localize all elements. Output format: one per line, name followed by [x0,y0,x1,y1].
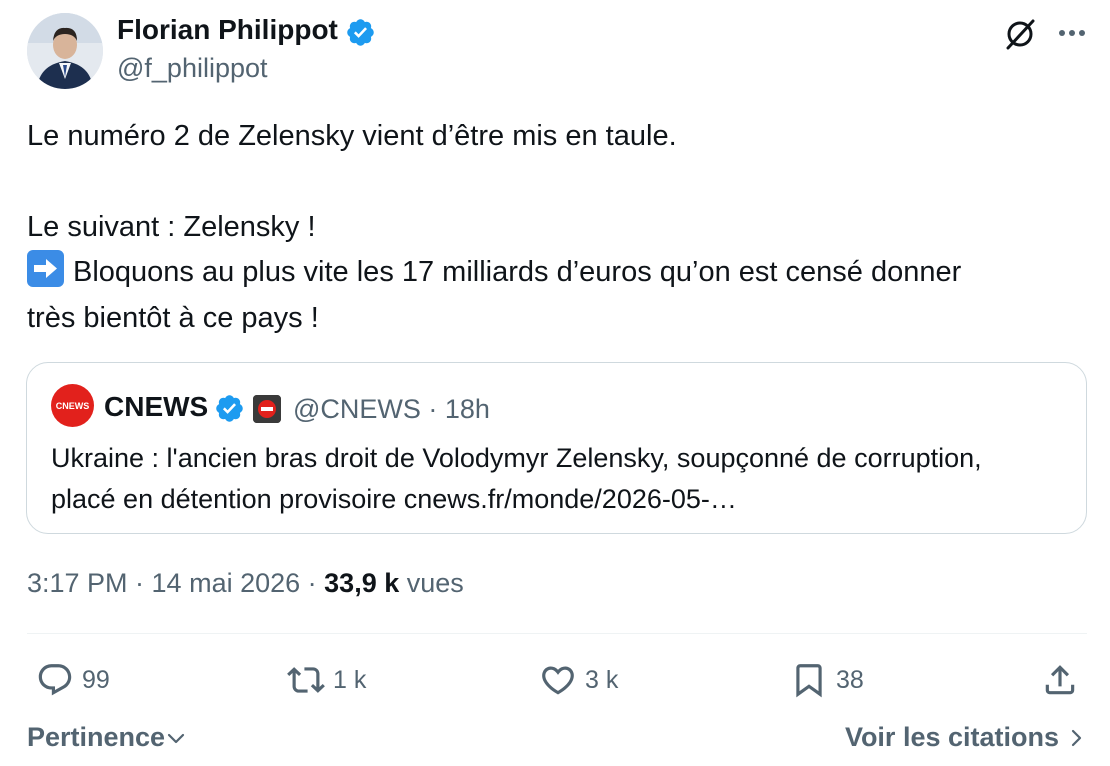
quoted-avatar-text: CNEWS [56,401,90,411]
chevron-right-icon [1071,729,1082,746]
share-button[interactable] [1041,660,1087,700]
tweet-text-line3-content: Bloquons au plus vite les 17 milliards d… [73,256,962,288]
tweet-text-line2: Le suivant : Zelensky ! [27,211,316,243]
tweet-meta: 3:17 PM · 14 mai 2026 · 33,9 k vues [27,568,464,599]
arrow-right-emoji [27,250,64,287]
bookmark-icon [796,664,822,698]
sort-dropdown[interactable]: Pertinence [27,722,187,753]
quoted-display-name[interactable]: CNEWS [104,391,208,423]
bookmark-button[interactable]: 38 [790,660,864,700]
grok-icon[interactable] [1002,16,1038,52]
quoted-meta: @CNEWS · 18h [293,394,490,424]
tweet-timestamp[interactable]: 3:17 PM · 14 mai 2026 · [27,568,324,598]
reply-button[interactable]: 99 [36,660,110,700]
author-avatar-image [27,13,103,89]
sort-label: Pertinence [27,722,166,752]
like-count: 3 k [585,665,619,694]
share-icon [1045,665,1075,695]
views-count: 33,9 k [324,568,400,598]
affiliation-badge-icon [253,395,281,423]
quoted-text-line1: Ukraine : l'ancien bras droit de Volodym… [51,443,982,473]
quoted-text-line2: placé en détention provisoire cnews.fr/m… [51,484,737,514]
views-label: vues [406,568,464,598]
tweet-text-line3: Bloquons au plus vite les 17 milliards d… [27,249,961,295]
reply-count: 99 [82,665,110,694]
repost-icon [287,667,325,693]
tweet-text-line4: très bientôt à ce pays ! [27,302,319,334]
quoted-tweet-card[interactable]: CNEWS CNEWS @CNEWS · 18h Ukraine : l'anc… [26,362,1087,534]
author-display-name[interactable]: Florian Philippot [117,14,338,46]
bookmark-count: 38 [836,665,864,694]
chevron-down-icon [167,733,185,743]
like-button[interactable]: 3 k [539,660,618,700]
quoted-avatar[interactable]: CNEWS [51,384,94,427]
view-quotes-label: Voir les citations [844,722,1059,752]
repost-button[interactable]: 1 k [287,660,366,700]
more-icon[interactable] [1055,19,1089,47]
author-avatar[interactable] [27,13,103,89]
like-icon [542,666,574,695]
repost-count: 1 k [333,665,367,694]
quoted-verified-badge-icon [216,395,243,422]
tweet-text-line1: Le numéro 2 de Zelensky vient d’être mis… [27,120,677,152]
view-quotes-link[interactable]: Voir les citations [845,722,1087,753]
divider [27,633,1087,634]
quoted-text: Ukraine : l'ancien bras droit de Volodym… [51,438,982,520]
verified-badge-icon [347,19,374,46]
reply-icon [38,664,72,696]
author-handle[interactable]: @f_philippot [117,53,268,84]
